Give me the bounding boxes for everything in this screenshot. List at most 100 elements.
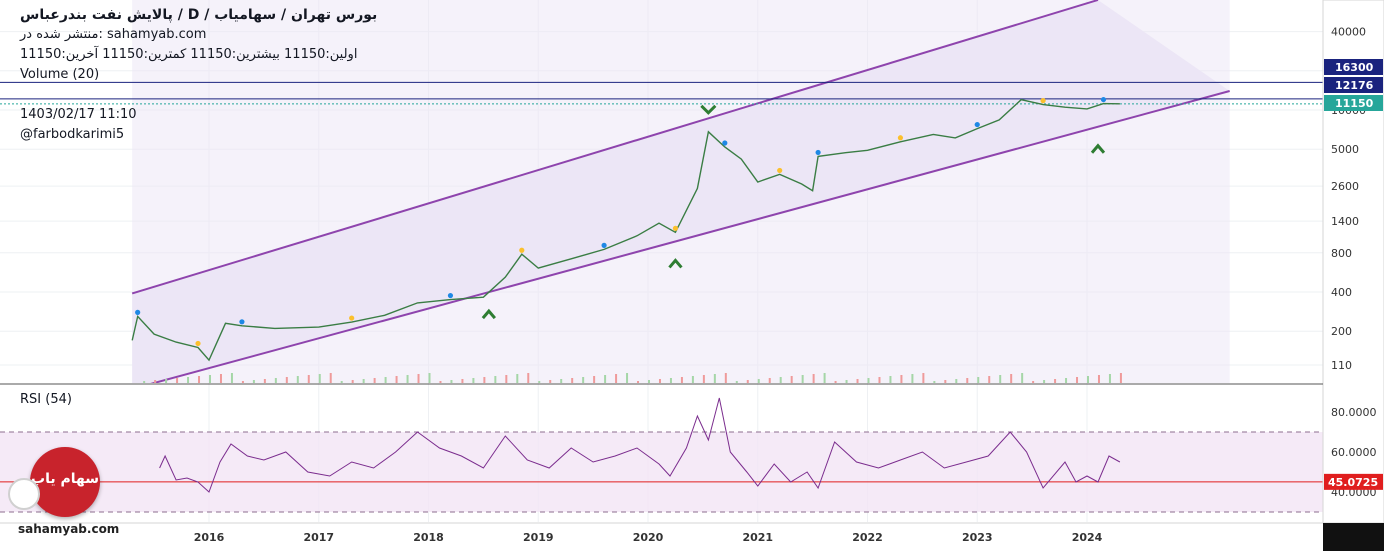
- volume-bar: [680, 377, 683, 383]
- volume-bar: [1087, 376, 1089, 383]
- volume-bar: [768, 378, 771, 383]
- volume-bar: [615, 374, 618, 383]
- chart-icon[interactable]: [8, 478, 40, 510]
- year-tick-label: 2024: [1072, 531, 1103, 544]
- year-tick-label: 2021: [742, 531, 773, 544]
- volume-bar: [1054, 379, 1057, 383]
- signal-dot: [722, 140, 728, 146]
- volume-bar: [483, 377, 486, 383]
- volume-bar: [933, 381, 936, 383]
- volume-bar: [549, 380, 552, 383]
- volume-bar: [790, 376, 793, 383]
- volume-bar: [198, 376, 201, 383]
- volume-bar: [1108, 374, 1111, 383]
- volume-bar: [812, 374, 815, 383]
- volume-bar: [658, 379, 661, 383]
- author: @farbodkarimi5: [20, 127, 125, 142]
- signal-dot: [777, 167, 783, 174]
- volume-bar: [428, 373, 431, 383]
- logo-text: سهام یاب: [31, 471, 99, 487]
- volume-bar: [669, 378, 672, 383]
- volume-bar: [461, 379, 464, 383]
- signal-dot: [519, 247, 525, 253]
- signal-dot: [1040, 98, 1046, 104]
- volume-bar: [911, 374, 914, 383]
- volume-bar: [439, 381, 442, 383]
- brand-watermark: sahamyab.com: [18, 522, 120, 536]
- volume-bar: [362, 379, 365, 383]
- volume-bar: [263, 379, 266, 383]
- price-tick-label: 40000: [1331, 26, 1366, 39]
- volume-bar: [856, 379, 859, 383]
- volume-bar: [977, 377, 980, 383]
- volume-bar: [351, 380, 354, 383]
- axis-corner: [1323, 523, 1384, 551]
- volume-bar: [285, 377, 288, 383]
- volume-bar: [713, 374, 716, 383]
- price-tick-label: 400: [1331, 286, 1352, 299]
- price-tick-label: 200: [1331, 325, 1352, 338]
- volume-bar: [318, 374, 321, 383]
- year-tick-label: 2019: [523, 531, 554, 544]
- volume-bar: [417, 374, 420, 383]
- volume-bar: [209, 375, 211, 383]
- rsi-band-fill: [0, 432, 1323, 512]
- signal-dot: [897, 135, 904, 141]
- volume-bar: [516, 374, 519, 383]
- volume-bar: [1076, 377, 1079, 383]
- volume-bar: [384, 377, 387, 383]
- volume-bar: [154, 380, 157, 383]
- volume-bar: [988, 376, 991, 383]
- volume-bar: [340, 381, 343, 383]
- price-tick-label: 110: [1331, 359, 1352, 372]
- volume-bar: [922, 373, 925, 383]
- volume-bar: [241, 381, 244, 383]
- price-badge-label: 12176: [1335, 79, 1374, 92]
- volume-bar: [867, 378, 870, 383]
- signal-dot: [601, 242, 607, 248]
- price-badge-label: 11150: [1335, 97, 1374, 110]
- volume-bar: [955, 379, 958, 383]
- volume-bar: [845, 380, 848, 383]
- volume-bar: [878, 377, 881, 383]
- signal-dot: [1100, 96, 1107, 103]
- volume-bar: [395, 376, 398, 383]
- volume-bar: [274, 378, 277, 383]
- volume-bar: [966, 378, 969, 383]
- volume-bar: [252, 380, 255, 383]
- volume-bar: [1119, 373, 1122, 383]
- price-tick-label: 800: [1331, 247, 1352, 260]
- volume-bar: [757, 379, 760, 383]
- volume-bar: [999, 375, 1002, 383]
- volume-bar: [889, 376, 892, 383]
- volume-bar: [582, 377, 585, 383]
- volume-bar: [560, 379, 563, 383]
- volume-bar: [219, 374, 222, 383]
- sahamyab-logo: سهام یاب: [30, 447, 100, 517]
- volume-bar: [604, 375, 607, 383]
- price-tick-label: 5000: [1331, 143, 1359, 156]
- year-tick-label: 2020: [633, 531, 664, 544]
- volume-bar: [823, 373, 826, 383]
- volume-bar: [406, 375, 409, 383]
- volume-bar: [176, 378, 179, 383]
- volume-bar: [187, 377, 190, 383]
- rsi-panel: [0, 397, 1323, 513]
- volume-bar: [1065, 378, 1068, 383]
- volume-bar: [494, 376, 497, 383]
- price-tick-label: 1400: [1331, 215, 1359, 228]
- rsi-label: RSI (54): [20, 392, 72, 407]
- timestamp: 1403/02/17 11:10: [20, 107, 137, 122]
- volume-bar: [527, 373, 530, 383]
- volume-bar: [329, 373, 332, 383]
- volume-bar: [691, 376, 694, 383]
- volume-bar: [472, 378, 475, 383]
- price-tick-label: 2600: [1331, 180, 1359, 193]
- volume-bar: [571, 378, 574, 383]
- volume-bar: [307, 375, 310, 383]
- signal-dot: [195, 340, 201, 347]
- year-tick-label: 2022: [852, 531, 883, 544]
- volume-bar: [1097, 375, 1100, 383]
- volume-bar: [637, 381, 640, 383]
- volume-bar: [593, 376, 596, 383]
